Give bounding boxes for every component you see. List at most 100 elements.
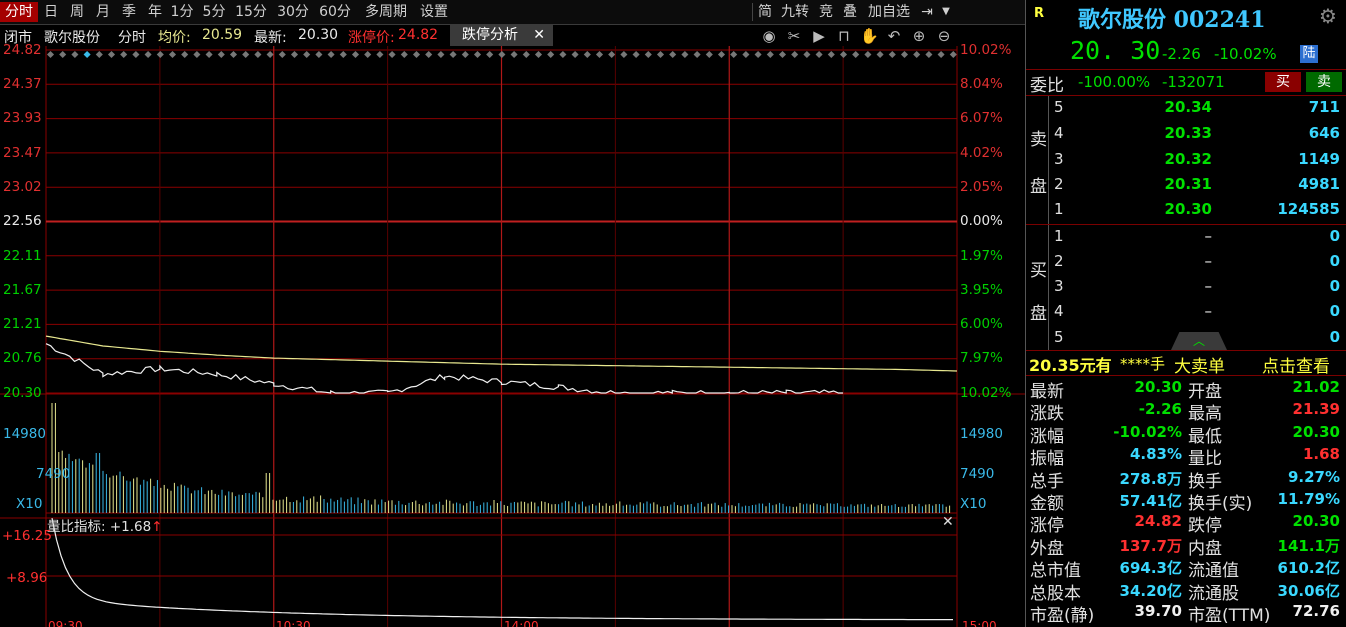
event-marker[interactable]	[156, 50, 164, 59]
settings-tab[interactable]: 设置	[416, 2, 452, 22]
period-tab-multi[interactable]: 多周期	[360, 2, 412, 22]
collapse-panel-icon[interactable]: ⇥	[918, 2, 936, 22]
event-marker[interactable]	[949, 50, 957, 59]
event-marker[interactable]	[571, 50, 579, 59]
event-marker[interactable]	[791, 50, 799, 59]
event-marker[interactable]	[181, 50, 189, 59]
event-marker[interactable]	[839, 50, 848, 59]
event-marker[interactable]	[132, 50, 140, 59]
event-marker[interactable]	[693, 50, 701, 59]
scissors-icon[interactable]: ✂	[785, 27, 803, 45]
period-tab-1min[interactable]: 1分	[170, 2, 194, 22]
event-marker[interactable]	[71, 50, 79, 59]
nine-turn-button[interactable]: 九转	[778, 2, 812, 22]
event-marker[interactable]	[705, 50, 713, 59]
event-marker[interactable]	[437, 50, 445, 59]
sell-button[interactable]: 卖	[1306, 72, 1342, 92]
limit-down-analysis-tab[interactable]: 跌停分析 ✕	[450, 24, 553, 46]
event-marker[interactable]	[388, 50, 396, 59]
hand-icon[interactable]: ✋	[860, 27, 879, 45]
event-marker[interactable]	[400, 50, 408, 59]
event-marker[interactable]	[327, 50, 335, 59]
zoom-in-icon[interactable]: ⊕	[910, 27, 928, 45]
event-marker[interactable]	[290, 50, 299, 59]
event-marker[interactable]	[254, 50, 262, 59]
event-marker[interactable]	[644, 50, 652, 59]
event-marker[interactable]	[730, 50, 738, 59]
add-watchlist-button[interactable]: 加自选	[864, 2, 914, 22]
event-marker[interactable]	[717, 50, 726, 59]
event-marker[interactable]	[120, 50, 128, 59]
event-marker[interactable]	[766, 50, 774, 59]
event-marker[interactable]	[498, 50, 506, 59]
period-tab-day[interactable]: 日	[40, 2, 62, 22]
event-marker[interactable]	[217, 50, 225, 59]
event-marker[interactable]	[608, 50, 616, 59]
event-marker[interactable]	[193, 50, 201, 59]
event-marker[interactable]	[449, 50, 457, 59]
event-marker[interactable]	[303, 50, 311, 59]
event-marker[interactable]	[266, 50, 274, 59]
event-marker[interactable]	[534, 50, 543, 59]
period-tab-15min[interactable]: 15分	[234, 2, 268, 22]
event-marker[interactable]	[376, 50, 384, 59]
period-tab-5min[interactable]: 5分	[200, 2, 228, 22]
event-marker[interactable]	[583, 50, 591, 59]
timeshare-chart[interactable]	[0, 46, 1025, 627]
event-marker[interactable]	[425, 50, 433, 59]
event-marker[interactable]	[461, 50, 469, 59]
event-marker[interactable]	[510, 50, 518, 59]
close-tab-icon[interactable]: ✕	[533, 24, 545, 46]
event-marker[interactable]	[473, 50, 482, 59]
close-indicator-icon[interactable]: ✕	[942, 514, 954, 530]
event-marker[interactable]	[315, 50, 323, 59]
simple-button[interactable]: 简	[755, 2, 775, 22]
event-marker[interactable]	[278, 50, 286, 59]
event-marker[interactable]	[364, 50, 372, 59]
event-marker[interactable]	[522, 50, 530, 59]
event-marker[interactable]	[339, 50, 347, 59]
event-marker[interactable]	[351, 50, 360, 59]
buy-button[interactable]: 买	[1265, 72, 1301, 92]
overlay-button[interactable]: 叠	[840, 2, 860, 22]
lock-icon[interactable]: ⊓	[835, 27, 853, 45]
event-marker[interactable]	[144, 50, 152, 59]
event-marker[interactable]	[559, 50, 567, 59]
event-marker[interactable]	[669, 50, 677, 59]
period-tab-timeshare[interactable]: 分时	[0, 2, 38, 22]
event-marker[interactable]	[925, 50, 933, 59]
event-marker[interactable]	[681, 50, 689, 59]
event-marker[interactable]	[229, 50, 238, 59]
event-marker[interactable]	[595, 50, 604, 59]
event-marker[interactable]	[900, 50, 909, 59]
event-marker[interactable]	[888, 50, 896, 59]
event-marker[interactable]	[876, 50, 884, 59]
gear-icon[interactable]: ⚙	[1319, 4, 1337, 28]
event-marker[interactable]	[852, 50, 860, 59]
period-tab-60min[interactable]: 60分	[318, 2, 352, 22]
event-marker[interactable]	[59, 50, 67, 59]
event-marker[interactable]	[632, 50, 640, 59]
event-marker[interactable]	[742, 50, 750, 59]
event-marker[interactable]	[486, 50, 494, 59]
event-marker[interactable]	[827, 50, 835, 59]
zoom-out-icon[interactable]: ⊖	[935, 27, 953, 45]
event-marker[interactable]	[778, 50, 787, 59]
undo-icon[interactable]: ↶	[885, 27, 903, 45]
auction-button[interactable]: 竞	[816, 2, 836, 22]
big-order-view-link[interactable]: 点击查看	[1262, 352, 1330, 377]
period-tab-year[interactable]: 年	[144, 2, 166, 22]
event-marker[interactable]	[815, 50, 823, 59]
event-marker[interactable]	[95, 50, 103, 59]
period-tab-month[interactable]: 月	[92, 2, 114, 22]
period-tab-week[interactable]: 周	[66, 2, 88, 22]
event-marker[interactable]	[168, 50, 177, 59]
period-tab-quarter[interactable]: 季	[118, 2, 140, 22]
event-marker[interactable]	[864, 50, 872, 59]
event-marker[interactable]	[656, 50, 665, 59]
event-marker[interactable]	[83, 50, 91, 59]
event-marker[interactable]	[46, 50, 55, 59]
eye-icon[interactable]: ◉	[760, 27, 778, 45]
event-marker[interactable]	[803, 50, 811, 59]
collapse-up-icon[interactable]: ︿	[1171, 332, 1227, 350]
